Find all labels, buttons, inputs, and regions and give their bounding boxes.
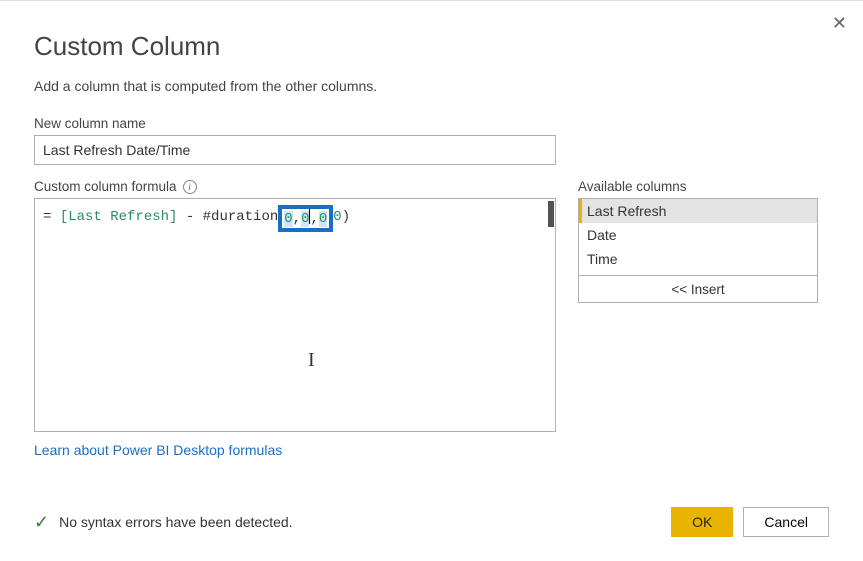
- formula-section: Custom column formula i = [Last Refresh]…: [34, 179, 556, 460]
- custom-column-dialog: ✕ Custom Column Add a column that is com…: [0, 0, 863, 561]
- available-column-item[interactable]: Last Refresh: [579, 199, 817, 223]
- dialog-subtitle: Add a column that is computed from the o…: [34, 78, 829, 94]
- formula-arg-1: 0: [284, 211, 292, 227]
- cancel-button[interactable]: Cancel: [743, 507, 829, 537]
- formula-arg-2: 0: [301, 211, 309, 227]
- scrollbar-thumb[interactable]: [548, 201, 554, 227]
- text-caret: [309, 209, 310, 224]
- ok-button[interactable]: OK: [671, 507, 733, 537]
- column-name-label: New column name: [34, 116, 829, 131]
- available-column-item[interactable]: Date: [579, 223, 817, 247]
- formula-token-eq: =: [43, 209, 60, 225]
- insert-column-button[interactable]: << Insert: [578, 275, 818, 303]
- column-name-input[interactable]: [34, 135, 556, 165]
- close-icon[interactable]: ✕: [832, 13, 847, 34]
- formula-label: Custom column formula: [34, 179, 177, 194]
- learn-formulas-link[interactable]: Learn about Power BI Desktop formulas: [34, 442, 282, 458]
- formula-token-paren: ): [342, 209, 350, 225]
- formula-token-column: [Last Refresh]: [60, 209, 178, 225]
- available-columns-section: Available columns Last Refresh Date Time…: [578, 179, 818, 460]
- formula-token-fn: - #duration: [177, 209, 278, 225]
- info-icon[interactable]: i: [183, 180, 197, 194]
- formula-highlight-box: 0,0,0: [278, 205, 333, 232]
- ibeam-cursor-icon: I: [308, 349, 315, 372]
- formula-arg-4: 0: [333, 209, 341, 225]
- dialog-title: Custom Column: [34, 31, 829, 62]
- check-icon: ✓: [34, 512, 49, 533]
- syntax-status: No syntax errors have been detected.: [59, 514, 661, 530]
- formula-editor[interactable]: = [Last Refresh] - #duration0,0,00) I: [34, 198, 556, 432]
- available-column-item[interactable]: Time: [579, 247, 817, 271]
- available-columns-label: Available columns: [578, 179, 818, 194]
- dialog-footer: ✓ No syntax errors have been detected. O…: [34, 507, 829, 537]
- formula-arg-3: 0: [319, 211, 327, 227]
- available-columns-list: Last Refresh Date Time: [578, 198, 818, 276]
